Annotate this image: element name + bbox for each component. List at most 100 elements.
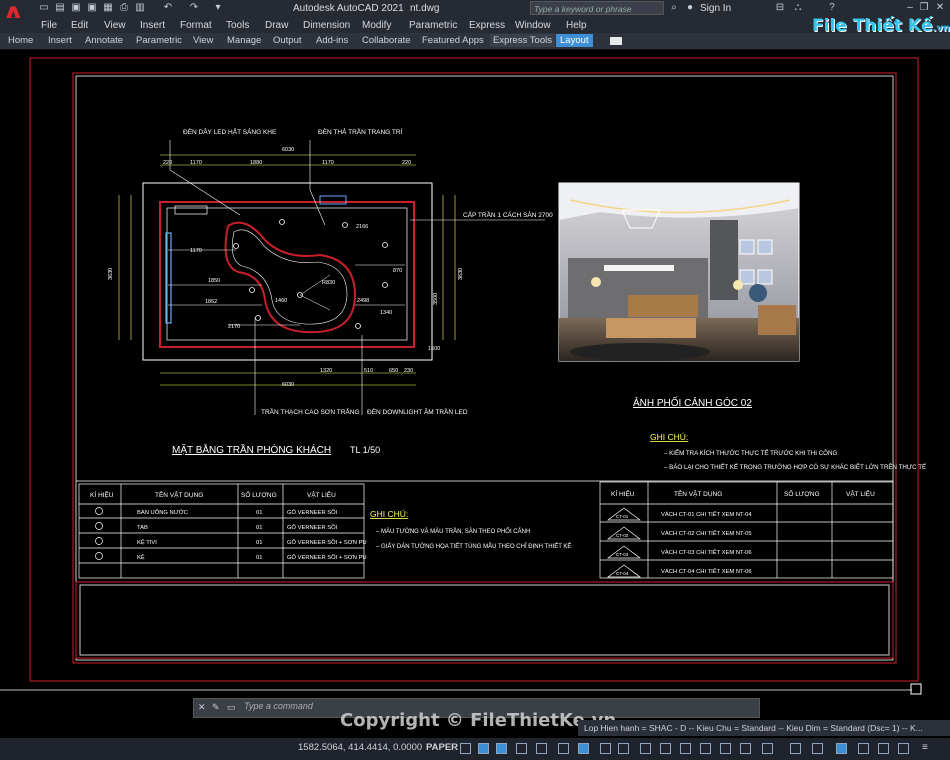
web-icon[interactable]: ▦ — [102, 2, 114, 14]
menu-tools[interactable]: Tools — [226, 20, 249, 31]
zoom-icon[interactable] — [812, 743, 823, 754]
ortho-icon[interactable] — [496, 743, 507, 754]
dynamic-input-icon[interactable] — [720, 743, 731, 754]
menu-file[interactable]: File — [41, 20, 57, 31]
tab-view[interactable]: View — [193, 35, 213, 46]
dim-top-1: 220 — [163, 160, 172, 166]
hardware-acceleration-icon[interactable] — [878, 743, 889, 754]
menu-insert[interactable]: Insert — [140, 20, 165, 31]
table-cell-material: GỖ VERNEER SỒI — [287, 524, 338, 531]
tab-output[interactable]: Output — [273, 35, 302, 46]
table-cell-material: GỖ VERNEER SỒI + SƠN PU — [287, 539, 367, 546]
tab-add-ins[interactable]: Add-ins — [316, 35, 348, 46]
menu-express[interactable]: Express — [469, 20, 505, 31]
tab-annotate[interactable]: Annotate — [85, 35, 123, 46]
dim-inner-5: 2166 — [356, 224, 368, 230]
properties-icon[interactable] — [790, 743, 801, 754]
drawing-canvas[interactable]: ĐÈN DÂY LED HẮT SÁNG KHE ĐÈN THẢ TRẦN TR… — [0, 50, 950, 698]
dim-bottom-total: 6030 — [282, 382, 294, 388]
grid-icon[interactable] — [460, 743, 471, 754]
coordinates-readout[interactable]: 1582.5064, 414.4414, 0.0000 — [298, 742, 422, 753]
ribbon-toggle-icon[interactable] — [610, 37, 622, 45]
tab-parametric[interactable]: Parametric — [136, 35, 182, 46]
tab-manage[interactable]: Manage — [227, 35, 261, 46]
undo-icon[interactable]: ↶ — [162, 2, 174, 14]
3d-osnap-icon[interactable] — [660, 743, 671, 754]
menu-parametric[interactable]: Parametric — [409, 20, 457, 31]
notes-right-title: GHI CHÚ: — [650, 432, 688, 442]
notes-right-bullet-2: – BÁO LẠI CHO THIẾT KẾ TRONG TRƯỜNG HỢP … — [664, 463, 926, 471]
table-cell-qty: 01 — [256, 555, 262, 561]
menu-view[interactable]: View — [104, 20, 126, 31]
dynamic-ucs-icon[interactable] — [680, 743, 691, 754]
user-icon[interactable]: ● — [684, 2, 696, 14]
plus-icon[interactable] — [762, 743, 773, 754]
menu-window[interactable]: Window — [515, 20, 551, 31]
cart-icon[interactable]: ⊟ — [774, 2, 786, 14]
close-icon[interactable]: ✕ — [934, 2, 946, 14]
viewport-grip[interactable] — [910, 683, 922, 695]
menu-help[interactable]: Help — [566, 20, 587, 31]
menu-draw[interactable]: Draw — [265, 20, 288, 31]
annotation-icon[interactable] — [700, 743, 711, 754]
save-as-icon[interactable]: ▣ — [86, 2, 98, 14]
table-right-header-qty: SỐ LƯỢNG — [784, 488, 820, 498]
sheet-outer-frame — [29, 57, 919, 682]
menu-dimension[interactable]: Dimension — [303, 20, 350, 31]
customize-icon[interactable]: ≡ — [922, 742, 928, 753]
wrench-icon[interactable]: ✎ — [212, 702, 220, 713]
lineweight-icon[interactable] — [600, 743, 611, 754]
restore-icon[interactable]: ❐ — [918, 2, 930, 14]
save-icon[interactable]: ▣ — [70, 2, 82, 14]
watermark: Copyright © FileThietKe.vn — [340, 710, 617, 731]
plot-icon[interactable]: ▥ — [134, 2, 146, 14]
search-input[interactable]: Type a keyword or phrase — [530, 1, 664, 15]
new-file-icon[interactable]: ▭ — [38, 2, 50, 14]
object-snap-tracking-icon[interactable] — [558, 743, 569, 754]
photo-caption: ẢNH PHỐI CẢNH GÓC 02 — [633, 395, 752, 409]
fullscreen-icon[interactable] — [898, 743, 909, 754]
print-icon[interactable]: ⎙ — [118, 2, 130, 14]
status-bar: 1582.5064, 414.4414, 0.0000 PAPER ≡ — [0, 738, 950, 760]
isodraft-icon[interactable] — [536, 743, 547, 754]
snap-icon[interactable] — [478, 743, 489, 754]
sign-in-link[interactable]: Sign In — [700, 3, 731, 14]
redo-icon[interactable]: ↷ — [188, 2, 200, 14]
callout-gypsum: TRẦN THẠCH CAO SƠN TRẮNG — [261, 406, 360, 416]
tab-express-tools[interactable]: Express Tools — [490, 34, 555, 47]
dim-inner-1: 1170 — [190, 248, 202, 254]
tab-home[interactable]: Home — [8, 35, 33, 46]
table-row: VÁCH CT-01 CHI TIẾT XEM NT-04 — [661, 511, 752, 518]
open-file-icon[interactable]: ▤ — [54, 2, 66, 14]
clean-screen-icon[interactable] — [836, 743, 847, 754]
gear-icon[interactable] — [740, 743, 751, 754]
object-snap-icon[interactable] — [578, 743, 589, 754]
customize-icon[interactable]: ▾ — [212, 2, 224, 14]
dim-top-3: 1880 — [250, 160, 262, 166]
tab-featured-apps[interactable]: Featured Apps — [422, 35, 484, 46]
table-row: KỆ — [137, 553, 145, 561]
autodesk-app-icon[interactable]: ⛬ — [792, 2, 804, 14]
tab-collaborate[interactable]: Collaborate — [362, 35, 411, 46]
selection-cycling-icon[interactable] — [640, 743, 651, 754]
polar-icon[interactable] — [516, 743, 527, 754]
isolate-icon[interactable] — [858, 743, 869, 754]
search-icon[interactable]: ⌕ — [668, 2, 680, 14]
dim-inner-8: 1460 — [275, 298, 287, 304]
minimize-icon[interactable]: – — [904, 2, 916, 14]
menu-edit[interactable]: Edit — [71, 20, 88, 31]
dim-right: 3630 — [458, 268, 464, 280]
menu-format[interactable]: Format — [180, 20, 212, 31]
recent-commands-icon[interactable]: ▭ — [227, 702, 236, 713]
tab-layout[interactable]: Layout — [556, 34, 593, 47]
tab-insert[interactable]: Insert — [48, 35, 72, 46]
menu-modify[interactable]: Modify — [362, 20, 391, 31]
paper-space-toggle[interactable]: PAPER — [426, 742, 458, 753]
close-icon[interactable]: ✕ — [198, 702, 206, 713]
window-title: Autodesk AutoCAD 2021 — [293, 3, 404, 14]
transparency-icon[interactable] — [618, 743, 629, 754]
dim-inner-2: 1850 — [208, 278, 220, 284]
help-icon[interactable]: ? — [826, 2, 838, 14]
command-input[interactable]: Type a command — [244, 701, 313, 711]
dim-bottom-4: 230 — [404, 368, 413, 374]
